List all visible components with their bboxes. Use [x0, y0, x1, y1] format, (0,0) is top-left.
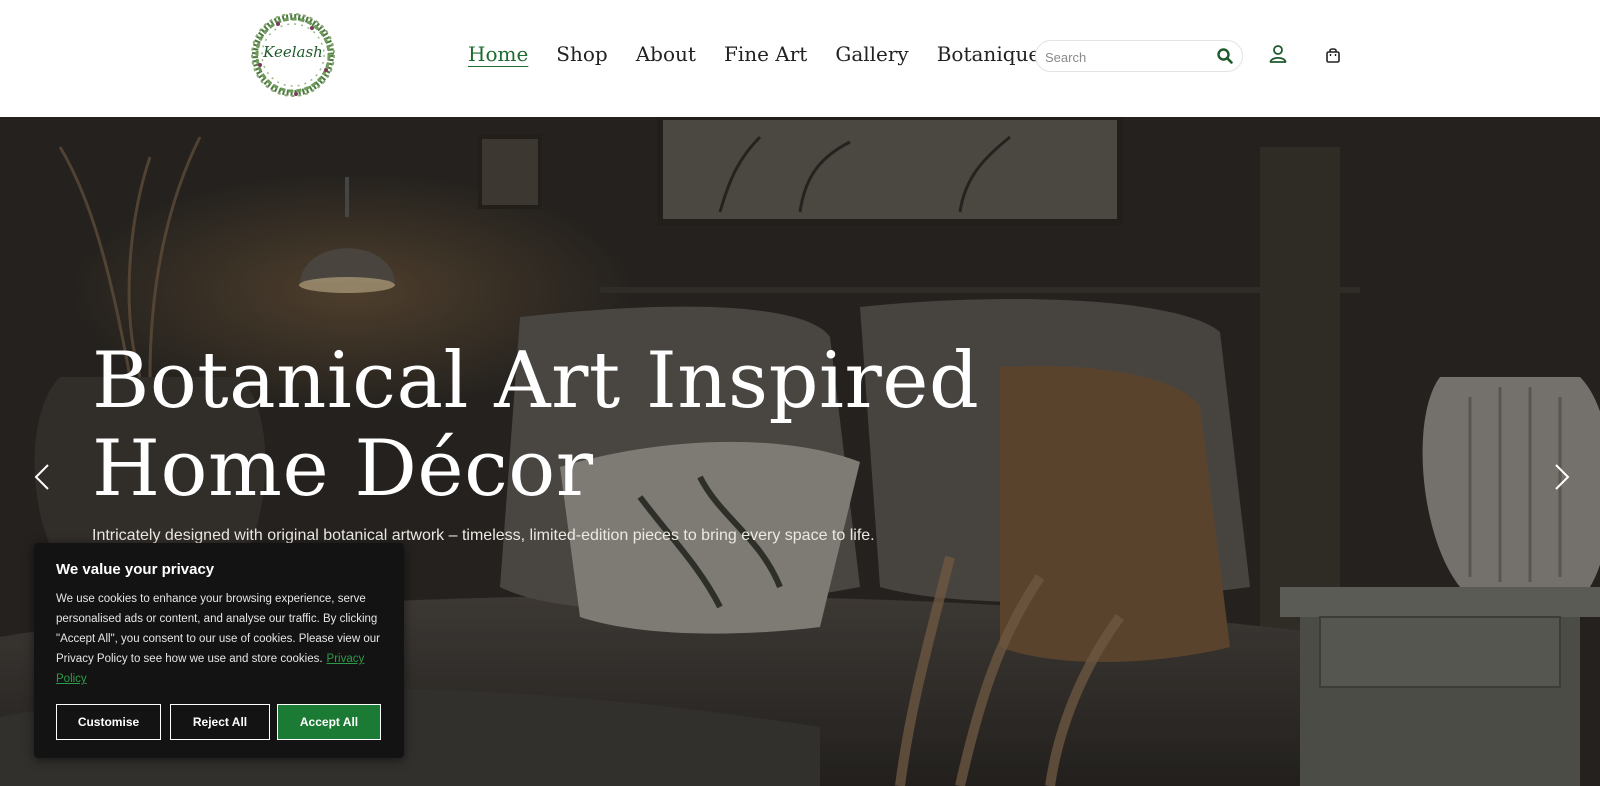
customise-button[interactable]: Customise: [56, 704, 161, 740]
reject-all-button[interactable]: Reject All: [170, 704, 270, 740]
cookie-message: We use cookies to enhance your browsing …: [56, 589, 386, 689]
logo[interactable]: Keelash: [248, 10, 338, 100]
nav-item-home[interactable]: Home: [468, 42, 528, 66]
cookie-title: We value your privacy: [56, 561, 215, 578]
shopping-bag-icon[interactable]: [1324, 46, 1342, 64]
chevron-right-icon[interactable]: [1546, 457, 1576, 497]
search-box: [1035, 40, 1243, 72]
main-nav: Home Shop About Fine Art Gallery Botaniq…: [468, 42, 1068, 66]
hero-title: Botanical Art Inspired Home Décor: [92, 336, 980, 514]
nav-item-fine-art[interactable]: Fine Art: [724, 42, 807, 66]
nav-item-about[interactable]: About: [636, 42, 696, 66]
logo-text: Keelash: [263, 43, 323, 61]
nav-item-botanique[interactable]: Botanique: [937, 42, 1041, 66]
nav-item-shop[interactable]: Shop: [556, 42, 607, 66]
cookie-consent-banner: We value your privacy We use cookies to …: [34, 543, 404, 758]
user-icon[interactable]: [1268, 44, 1288, 64]
nav-item-gallery[interactable]: Gallery: [835, 42, 908, 66]
site-header: Keelash Home Shop About Fine Art Gallery…: [0, 0, 1600, 117]
chevron-left-icon[interactable]: [28, 457, 58, 497]
accept-all-button[interactable]: Accept All: [277, 704, 381, 740]
search-input[interactable]: [1045, 47, 1205, 67]
search-icon[interactable]: [1216, 47, 1234, 65]
